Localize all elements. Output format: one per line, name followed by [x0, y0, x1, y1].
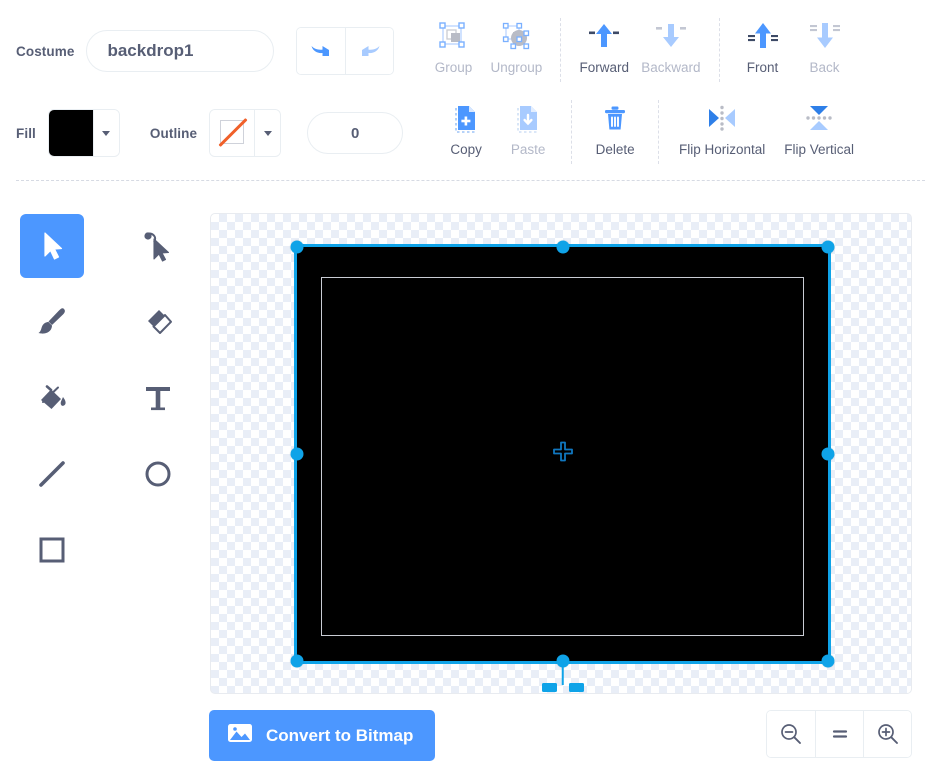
- flip-vertical-button[interactable]: Flip Vertical: [773, 98, 865, 157]
- eraser-tool[interactable]: [126, 290, 190, 354]
- fill-tool[interactable]: [20, 366, 84, 430]
- reshape-tool[interactable]: [126, 214, 190, 278]
- flip-horizontal-label: Flip Horizontal: [678, 142, 766, 157]
- outline-color-preview: [210, 110, 255, 156]
- flip-vertical-label: Flip Vertical: [784, 142, 854, 157]
- toolbar-bottom-divider: [16, 180, 925, 181]
- outline-dropdown-arrow: [254, 110, 281, 156]
- reshape-icon: [144, 232, 170, 262]
- ungroup-label: Ungroup: [490, 60, 543, 75]
- forward-icon: [587, 16, 621, 56]
- front-icon: [746, 16, 780, 56]
- delete-icon: [599, 98, 631, 138]
- redo-icon: [361, 46, 380, 56]
- outline-color-group: Outline: [149, 109, 404, 157]
- undo-redo-group: [296, 27, 395, 75]
- zoom-in-icon: [877, 724, 898, 744]
- zoom-out-button[interactable]: [767, 711, 815, 757]
- paste-label: Paste: [510, 142, 546, 157]
- text-tool[interactable]: [126, 366, 190, 430]
- front-button[interactable]: Front: [732, 16, 794, 75]
- rotation-handle[interactable]: [541, 681, 584, 693]
- costume-name-input[interactable]: [86, 30, 275, 72]
- forward-label: Forward: [579, 60, 630, 75]
- outline-color-swatch[interactable]: [209, 109, 282, 157]
- undo-button[interactable]: [297, 28, 346, 74]
- toolbar-divider: [560, 18, 562, 82]
- zoom-in-button[interactable]: [863, 711, 911, 757]
- backward-label: Backward: [641, 60, 701, 75]
- chevron-down-icon: [102, 130, 111, 136]
- paste-button[interactable]: Paste: [497, 98, 559, 157]
- line-icon: [39, 461, 65, 487]
- back-icon: [808, 16, 842, 56]
- zoom-reset-button[interactable]: [815, 711, 863, 757]
- arrow-pointer-icon: [44, 232, 63, 260]
- fill-dropdown-arrow: [92, 110, 119, 156]
- fill-label: Fill: [16, 125, 36, 141]
- paint-bucket-icon: [41, 385, 66, 409]
- delete-label: Delete: [595, 142, 635, 157]
- copy-button[interactable]: Copy: [435, 98, 497, 157]
- toolbar-divider-2: [718, 18, 720, 82]
- ungroup-button[interactable]: Ungroup: [484, 16, 548, 75]
- image-icon: [227, 722, 253, 749]
- toolbar-row-bottom: Fill Outline 0 Copy Paste Delete Flip Ho…: [0, 98, 941, 168]
- fill-color-preview: [48, 110, 93, 156]
- redo-button[interactable]: [345, 28, 394, 74]
- backward-button[interactable]: Backward: [635, 16, 706, 75]
- arrange-tools-group: Group Ungroup Forward Backward Front Bac…: [422, 16, 855, 86]
- paint-canvas[interactable]: [210, 213, 912, 694]
- outline-label: Outline: [149, 125, 198, 141]
- costume-label: Costume: [16, 43, 75, 59]
- toolbar-row-top: Costume backdrop1 Group Ungroup Forward …: [0, 16, 941, 86]
- undo-icon: [311, 46, 330, 56]
- toolbar-divider-3: [571, 100, 573, 164]
- flip-horizontal-button[interactable]: Flip Horizontal: [671, 98, 773, 157]
- convert-to-bitmap-button[interactable]: Convert to Bitmap: [209, 710, 436, 761]
- rectangle-tool[interactable]: [20, 518, 84, 582]
- eraser-icon: [148, 310, 172, 334]
- paint-editor: Costume backdrop1 Group Ungroup Forward …: [0, 0, 941, 779]
- select-tool[interactable]: [20, 214, 84, 278]
- forward-button[interactable]: Forward: [573, 16, 635, 75]
- brush-tool[interactable]: [20, 290, 84, 354]
- flip-vertical-icon: [802, 98, 836, 138]
- ungroup-icon: [499, 16, 533, 56]
- artwork-shape[interactable]: [294, 244, 831, 664]
- equals-icon: [832, 730, 847, 738]
- toolbar-divider-4: [658, 100, 660, 164]
- group-icon: [436, 16, 470, 56]
- fill-color-group: Fill: [16, 109, 120, 157]
- back-label: Back: [809, 60, 840, 75]
- flip-horizontal-icon: [705, 98, 739, 138]
- copy-icon: [450, 98, 482, 138]
- line-tool[interactable]: [20, 442, 84, 506]
- artwork-inner-outline: [321, 277, 804, 636]
- front-label: Front: [746, 60, 779, 75]
- costume-name-group: Costume: [16, 30, 275, 72]
- square-icon: [39, 537, 65, 563]
- rotation-handle-stem: [561, 661, 564, 685]
- copy-label: Copy: [450, 142, 482, 157]
- delete-button[interactable]: Delete: [584, 98, 646, 157]
- back-button[interactable]: Back: [794, 16, 856, 75]
- paste-icon: [512, 98, 544, 138]
- text-icon: [146, 387, 170, 411]
- edit-tools-group: Copy Paste Delete Flip Horizontal Flip V…: [435, 98, 865, 168]
- zoom-out-icon: [781, 724, 801, 744]
- group-label: Group: [434, 60, 473, 75]
- circle-tool[interactable]: [126, 442, 190, 506]
- zoom-controls: [766, 710, 912, 758]
- backward-icon: [654, 16, 688, 56]
- circle-icon: [145, 461, 171, 487]
- convert-to-bitmap-label: Convert to Bitmap: [266, 725, 414, 745]
- tool-palette: [20, 214, 190, 590]
- stroke-width-input[interactable]: [307, 112, 404, 154]
- group-button[interactable]: Group: [422, 16, 484, 75]
- chevron-down-icon-2: [263, 130, 272, 136]
- fill-color-swatch[interactable]: [47, 109, 120, 157]
- paint-editor-toolbar: Costume backdrop1 Group Ungroup Forward …: [0, 0, 941, 181]
- paintbrush-icon: [38, 308, 65, 334]
